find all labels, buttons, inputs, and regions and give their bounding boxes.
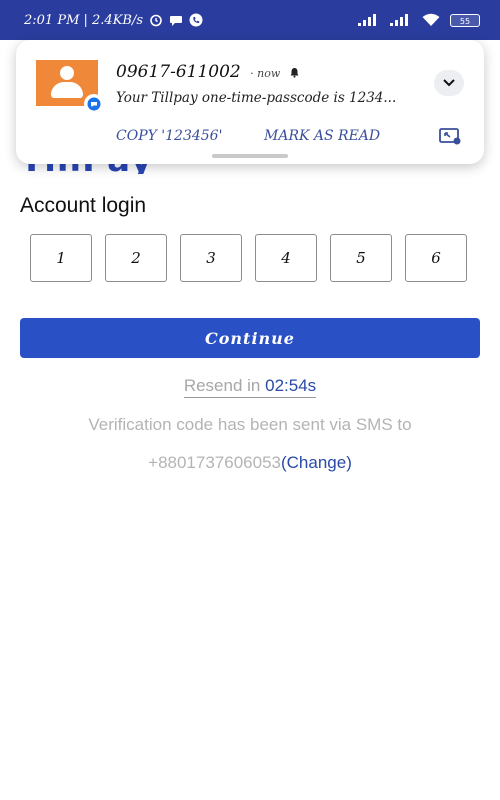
phone-number: +8801737606053	[148, 453, 281, 472]
alarm-icon	[149, 13, 163, 27]
avatar-body	[51, 82, 83, 98]
resend-label: Resend in	[183, 376, 266, 395]
continue-button[interactable]: Continue	[20, 318, 480, 358]
otp-digit-2[interactable]: 2	[105, 234, 167, 282]
wifi-icon	[422, 13, 440, 27]
notification-time: · now	[250, 67, 281, 80]
otp-digit-1[interactable]: 1	[30, 234, 92, 282]
resend-link[interactable]: Resend in 02:54s	[183, 376, 317, 398]
signal-icon-2	[390, 14, 412, 26]
status-time: 2:01 PM | 2.4KB/s	[24, 12, 144, 28]
drag-handle[interactable]	[212, 154, 288, 158]
expand-chevron-button[interactable]	[434, 70, 464, 96]
chat-bubble-icon	[169, 14, 183, 27]
avatar-head	[60, 66, 74, 80]
otp-digit-4[interactable]: 4	[255, 234, 317, 282]
battery-icon: 55	[450, 13, 480, 27]
status-left: 2:01 PM | 2.4KB/s	[24, 13, 203, 28]
phone-call-icon	[189, 13, 203, 27]
otp-digit-6[interactable]: 6	[405, 234, 467, 282]
contact-avatar	[36, 60, 104, 114]
screen-share-icon[interactable]	[438, 126, 462, 146]
status-right: 55	[358, 13, 480, 27]
change-number-link[interactable]: (Change)	[281, 453, 352, 472]
page-title: Account login	[20, 194, 147, 217]
notification-sender: 09617-611002 · now	[116, 62, 300, 82]
status-bar: 2:01 PM | 2.4KB/s 55	[0, 0, 500, 40]
message-badge-icon	[84, 94, 104, 114]
chevron-down-icon	[443, 79, 455, 87]
resend-code[interactable]: Resend in 02:54s	[0, 376, 500, 398]
otp-digit-5[interactable]: 5	[330, 234, 392, 282]
bell-icon	[289, 67, 300, 78]
screen: 2:01 PM | 2.4KB/s 55 TillPa	[0, 0, 500, 800]
otp-digit-3[interactable]: 3	[180, 234, 242, 282]
sms-notification[interactable]: 09617-611002 · now Your Tillpay one-time…	[16, 40, 484, 164]
verification-phone-line: +8801737606053(Change)	[0, 453, 500, 473]
mark-as-read-button[interactable]: MARK AS READ	[264, 128, 380, 144]
notification-message: Your Tillpay one-time-passcode is 1234..…	[116, 90, 397, 106]
resend-timer: 02:54s	[265, 376, 317, 395]
sender-number: 09617-611002	[116, 62, 241, 82]
verification-info: Verification code has been sent via SMS …	[88, 415, 412, 434]
signal-icon	[358, 14, 380, 26]
otp-input-row: 1 2 3 4 5 6	[30, 234, 470, 284]
copy-code-button[interactable]: COPY '123456'	[116, 128, 222, 144]
